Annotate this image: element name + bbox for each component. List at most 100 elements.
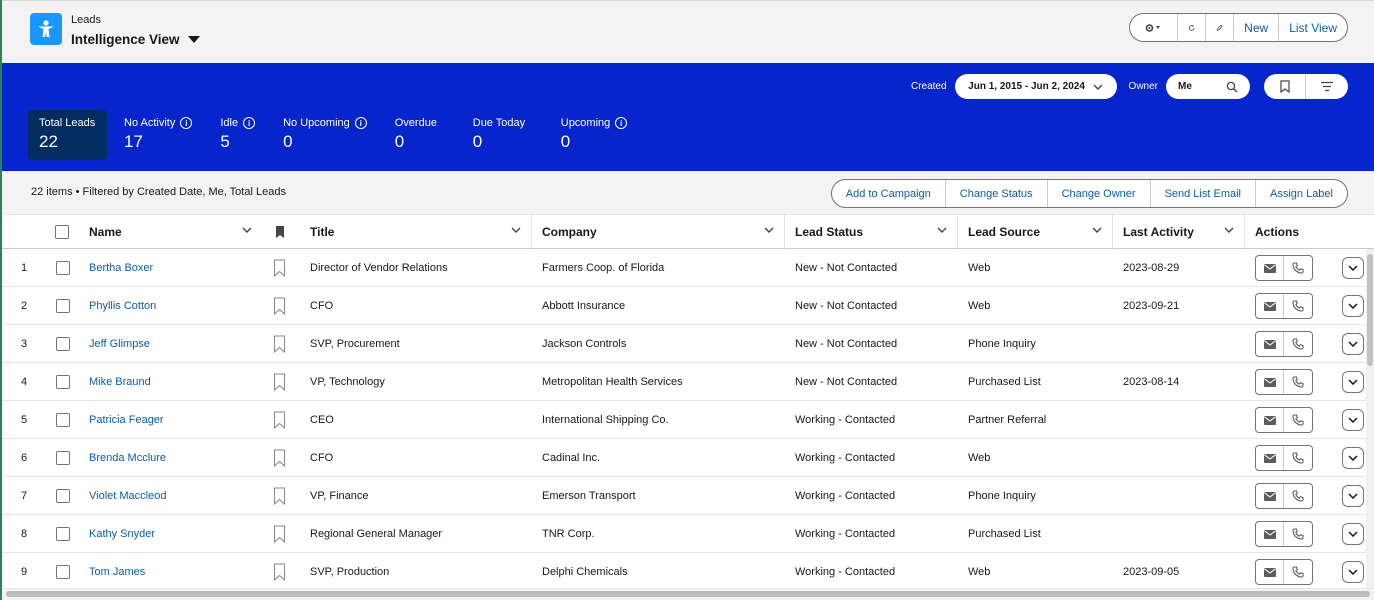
send-email-button[interactable] [1256, 560, 1284, 584]
column-header-bookmark[interactable] [262, 215, 298, 249]
info-icon[interactable]: i [354, 117, 367, 129]
lead-name-link[interactable]: Mike Braund [89, 376, 151, 388]
row-actions-menu-button[interactable] [1342, 333, 1364, 355]
metric-no-activity[interactable]: No Activity i 17 [113, 110, 203, 160]
column-header-last-activity[interactable]: Last Activity [1112, 215, 1244, 249]
send-email-button[interactable] [1256, 522, 1284, 546]
lead-name-link[interactable]: Bertha Boxer [89, 262, 153, 274]
date-range-picker[interactable]: Jun 1, 2015 - Jun 2, 2024 [954, 74, 1117, 99]
row-checkbox[interactable] [56, 451, 70, 465]
log-call-button[interactable] [1284, 294, 1312, 318]
owner-search-input[interactable]: Me [1166, 74, 1250, 99]
log-call-button[interactable] [1284, 332, 1312, 356]
row-actions-menu-button[interactable] [1342, 485, 1364, 507]
pencil-icon [1216, 24, 1223, 31]
send-email-button[interactable] [1256, 408, 1284, 432]
refresh-icon [1188, 24, 1195, 31]
row-bookmark-button[interactable] [273, 477, 286, 515]
lead-name-link[interactable]: Jeff Glimpse [89, 338, 150, 350]
row-actions-menu-button[interactable] [1342, 447, 1364, 469]
log-call-button[interactable] [1284, 446, 1312, 470]
row-actions-menu-button[interactable] [1342, 257, 1364, 279]
row-bookmark-button[interactable] [273, 515, 286, 553]
info-icon[interactable]: i [180, 117, 193, 129]
chevron-down-icon[interactable] [511, 227, 521, 233]
column-header-name[interactable]: Name [78, 215, 262, 249]
settings-menu-button[interactable] [1130, 14, 1179, 41]
chevron-down-icon[interactable] [242, 227, 252, 233]
row-bookmark-button[interactable] [273, 553, 286, 591]
row-bookmark-button[interactable] [273, 325, 286, 363]
new-button[interactable]: New [1234, 14, 1280, 41]
row-checkbox[interactable] [56, 375, 70, 389]
chevron-down-icon[interactable] [1092, 227, 1102, 233]
row-bookmark-button[interactable] [273, 401, 286, 439]
send-email-button[interactable] [1256, 370, 1284, 394]
info-icon[interactable]: i [243, 117, 256, 129]
row-bookmark-button[interactable] [273, 439, 286, 477]
lead-name-link[interactable]: Tom James [89, 566, 145, 578]
assign-label-button[interactable]: Assign Label [1256, 180, 1347, 207]
send-email-button[interactable] [1256, 294, 1284, 318]
add-to-campaign-button[interactable]: Add to Campaign [832, 180, 946, 207]
edit-button[interactable] [1206, 14, 1235, 41]
row-bookmark-button[interactable] [273, 363, 286, 401]
lead-name-link[interactable]: Phyllis Cotton [89, 300, 156, 312]
vertical-scrollbar-thumb[interactable] [1367, 254, 1373, 366]
row-checkbox[interactable] [56, 565, 70, 579]
refresh-button[interactable] [1178, 14, 1207, 41]
horizontal-scrollbar-thumb[interactable] [6, 591, 1370, 597]
column-header-title[interactable]: Title [299, 215, 531, 249]
lead-name-link[interactable]: Patricia Feager [89, 414, 164, 426]
row-checkbox[interactable] [56, 299, 70, 313]
log-call-button[interactable] [1284, 522, 1312, 546]
chevron-down-icon[interactable] [1224, 227, 1234, 233]
metric-overdue[interactable]: Overdue 0 [384, 110, 456, 160]
log-call-button[interactable] [1284, 560, 1312, 584]
send-email-button[interactable] [1256, 446, 1284, 470]
lead-name-link[interactable]: Violet Maccleod [89, 490, 166, 502]
row-checkbox[interactable] [56, 337, 70, 351]
send-email-button[interactable] [1256, 256, 1284, 280]
metric-total-leads[interactable]: Total Leads 22 [28, 110, 107, 160]
last-activity-date: 2023-08-29 [1123, 262, 1180, 274]
change-owner-button[interactable]: Change Owner [1048, 180, 1151, 207]
change-status-button[interactable]: Change Status [946, 180, 1048, 207]
send-email-button[interactable] [1256, 332, 1284, 356]
filter-list-button[interactable] [1306, 74, 1348, 99]
log-call-button[interactable] [1284, 256, 1312, 280]
row-bookmark-button[interactable] [273, 249, 286, 287]
send-list-email-button[interactable]: Send List Email [1151, 180, 1256, 207]
log-call-button[interactable] [1284, 408, 1312, 432]
row-bookmark-button[interactable] [273, 287, 286, 325]
row-checkbox[interactable] [56, 413, 70, 427]
lead-name-link[interactable]: Brenda Mcclure [89, 452, 166, 464]
column-header-lead-status[interactable]: Lead Status [784, 215, 957, 249]
info-icon[interactable]: i [615, 117, 628, 129]
last-activity-date: 2023-08-14 [1123, 376, 1180, 388]
metric-idle[interactable]: Idle i 5 [209, 110, 266, 160]
send-email-button[interactable] [1256, 484, 1284, 508]
metric-due-today[interactable]: Due Today 0 [462, 110, 544, 160]
row-checkbox[interactable] [56, 489, 70, 503]
row-actions-menu-button[interactable] [1342, 409, 1364, 431]
list-view-selector[interactable]: Intelligence View [71, 32, 200, 47]
row-checkbox[interactable] [56, 527, 70, 541]
lead-name-link[interactable]: Kathy Snyder [89, 528, 155, 540]
chevron-down-icon[interactable] [937, 227, 947, 233]
column-header-lead-source[interactable]: Lead Source [957, 215, 1112, 249]
metric-no-upcoming[interactable]: No Upcoming i 0 [272, 110, 378, 160]
log-call-button[interactable] [1284, 484, 1312, 508]
select-all-checkbox[interactable] [55, 225, 69, 239]
chevron-down-icon[interactable] [764, 227, 774, 233]
column-header-company[interactable]: Company [531, 215, 784, 249]
row-actions-menu-button[interactable] [1342, 561, 1364, 583]
metric-upcoming[interactable]: Upcoming i 0 [550, 110, 639, 160]
list-view-button[interactable]: List View [1279, 14, 1347, 41]
row-actions-menu-button[interactable] [1342, 295, 1364, 317]
row-checkbox[interactable] [56, 261, 70, 275]
saved-filters-button[interactable] [1264, 74, 1306, 99]
row-actions-menu-button[interactable] [1342, 371, 1364, 393]
log-call-button[interactable] [1284, 370, 1312, 394]
row-actions-menu-button[interactable] [1342, 523, 1364, 545]
